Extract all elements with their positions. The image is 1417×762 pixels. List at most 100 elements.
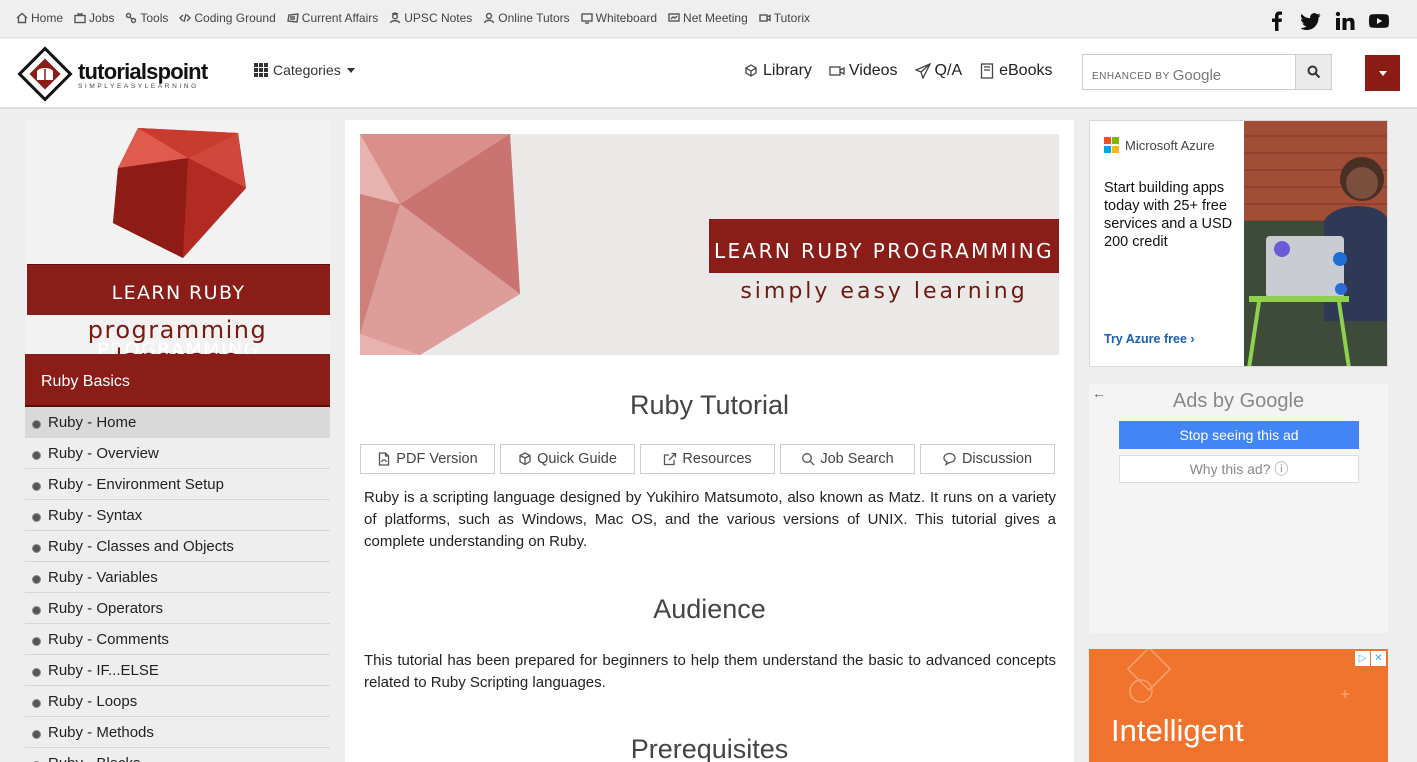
tab-quick-guide[interactable]: Quick Guide [500,444,635,474]
toplink-tools[interactable]: Tools [125,11,168,25]
toplink-label: Jobs [89,11,115,25]
social-links [1267,11,1389,31]
toplink-jobs[interactable]: Jobs [74,11,114,25]
tab-pdf-version[interactable]: PDF Version [360,444,495,474]
code-icon [179,13,192,23]
orange-ad[interactable]: ▷ ✕ Intelligent [1089,649,1388,762]
sidebar-item-home[interactable]: Ruby - Home [25,407,330,438]
twitter-icon[interactable] [1300,11,1321,31]
toplink-coding-ground[interactable]: Coding Ground [179,11,276,25]
whiteboard-icon [580,13,593,24]
toplink-label: Tutorix [773,11,810,25]
sidebar-item-methods[interactable]: Ruby - Methods [25,717,330,748]
azure-ad-cta[interactable]: Try Azure free › [1104,332,1195,346]
toplink-label: Whiteboard [595,11,658,25]
cube-icon [519,452,531,466]
left-sidebar: LEARN RUBY PROGRAMMING programming langu… [25,120,330,762]
toplink-label: Coding Ground [194,11,276,25]
sidebar-item-syntax[interactable]: Ruby - Syntax [25,500,330,531]
ruby-watermark-icon [360,134,520,355]
facebook-icon[interactable] [1267,11,1287,31]
linkedin-icon[interactable] [1335,11,1355,31]
library-icon [744,64,758,77]
search-icon [802,453,815,466]
main-content: LEARN RUBY PROGRAMMING simply easy learn… [345,120,1074,762]
chevron-down-icon [1378,70,1387,76]
toplink-whiteboard[interactable]: Whiteboard [580,11,658,25]
nav-ebooks[interactable]: eBooks [979,62,1052,80]
why-this-ad-button[interactable]: Why this ad? ⓘ [1119,455,1359,483]
toplink-current-affairs[interactable]: Current Affairs [286,11,379,25]
tools-icon [126,12,137,24]
categories-dropdown[interactable]: Categories [254,62,355,78]
ads-by-google-label: Ads by Google [1172,390,1305,412]
book-icon [980,63,994,79]
sidebar-item-environment-setup[interactable]: Ruby - Environment Setup [25,469,330,500]
nav-qa[interactable]: Q/A [914,62,963,80]
logo-emblem-icon [17,46,73,102]
sidebar-item-comments[interactable]: Ruby - Comments [25,624,330,655]
nav-library[interactable]: Library [743,62,812,80]
adchoices-icon[interactable]: ▷ [1355,651,1370,666]
sidebar-item-classes-objects[interactable]: Ruby - Classes and Objects [25,531,330,562]
toplink-home[interactable]: Home [16,11,63,25]
video-icon [829,66,845,76]
user-graduate-icon [390,12,401,24]
sidebar-item-operators[interactable]: Ruby - Operators [25,593,330,624]
hero-banner: LEARN RUBY PROGRAMMING simply easy learn… [360,134,1059,355]
chevron-down-icon [346,67,355,73]
stop-seeing-ad-button[interactable]: Stop seeing this ad [1119,421,1359,449]
toplink-label: Home [31,11,64,25]
sidebar-item-loops[interactable]: Ruby - Loops [25,686,330,717]
microsoft-logo-icon [1104,137,1120,153]
video-icon [759,14,771,22]
toplink-label: UPSC Notes [404,11,473,25]
sidebar-item-if-else[interactable]: Ruby - IF...ELSE [25,655,330,686]
search-input[interactable]: ENHANCED BY Google [1082,54,1296,90]
top-bar: Home Jobs Tools Coding Ground Current Af… [0,0,1417,38]
user-icon [484,12,495,24]
sidebar-heading: Ruby Basics [25,354,330,407]
nav-label: Videos [848,62,898,79]
header-nav: Library Videos Q/A eBooks [743,62,1069,80]
tab-label: Quick Guide [537,451,617,467]
search-button[interactable] [1295,54,1332,90]
sidebar-item-overview[interactable]: Ruby - Overview [25,438,330,469]
toplink-label: Current Affairs [301,11,379,25]
tab-discussion[interactable]: Discussion [920,444,1055,474]
meeting-icon [668,13,680,22]
azure-ad-copy: Start building apps today with 25+ free … [1104,180,1233,250]
sidebar-banner-subtitle: programming language [87,316,268,354]
newspaper-icon [286,13,299,23]
sidebar-item-blocks[interactable]: Ruby - Blocks [25,748,330,762]
site-header: tutorialspoint SIMPLYEASYLEARNING Catego… [0,39,1417,109]
toplink-online-tutors[interactable]: Online Tutors [483,11,570,25]
sidebar-list: Ruby - Home Ruby - Overview Ruby - Envir… [25,407,330,762]
toplink-upsc-notes[interactable]: UPSC Notes [389,11,472,25]
hero-subtitle: simply easy learning [740,279,1028,304]
ruby-gem-icon [113,128,246,258]
sidebar-item-variables[interactable]: Ruby - Variables [25,562,330,593]
youtube-icon[interactable] [1369,11,1389,31]
menu-dropdown-button[interactable] [1365,55,1400,91]
page-title: Ruby Tutorial [629,390,790,420]
toplink-tutorix[interactable]: Tutorix [759,11,810,25]
azure-ad[interactable]: Microsoft Azure Start building apps toda… [1089,120,1388,367]
sidebar-banner: LEARN RUBY PROGRAMMING programming langu… [25,120,330,354]
close-icon[interactable]: ✕ [1371,651,1386,666]
tab-job-search[interactable]: Job Search [780,444,915,474]
tab-resources[interactable]: Resources [640,444,775,474]
tab-label: Discussion [961,451,1033,467]
hero-title: LEARN RUBY PROGRAMMING [709,219,1059,273]
intro-paragraph: Ruby is a scripting language designed by… [364,489,1056,550]
ad-choices: ▷ ✕ [1355,651,1386,666]
top-links: Home Jobs Tools Coding Ground Current Af… [16,11,821,25]
audience-paragraph: This tutorial has been prepared for begi… [364,652,1056,691]
nav-videos[interactable]: Videos [829,62,898,80]
comments-icon [943,452,956,466]
audience-heading: Audience [653,594,766,624]
toplink-net-meeting[interactable]: Net Meeting [668,11,748,25]
site-logo[interactable]: tutorialspoint SIMPLYEASYLEARNING [14,43,229,105]
nav-label: Q/A [934,62,963,79]
sidebar-banner-title: LEARN RUBY PROGRAMMING [27,264,330,354]
